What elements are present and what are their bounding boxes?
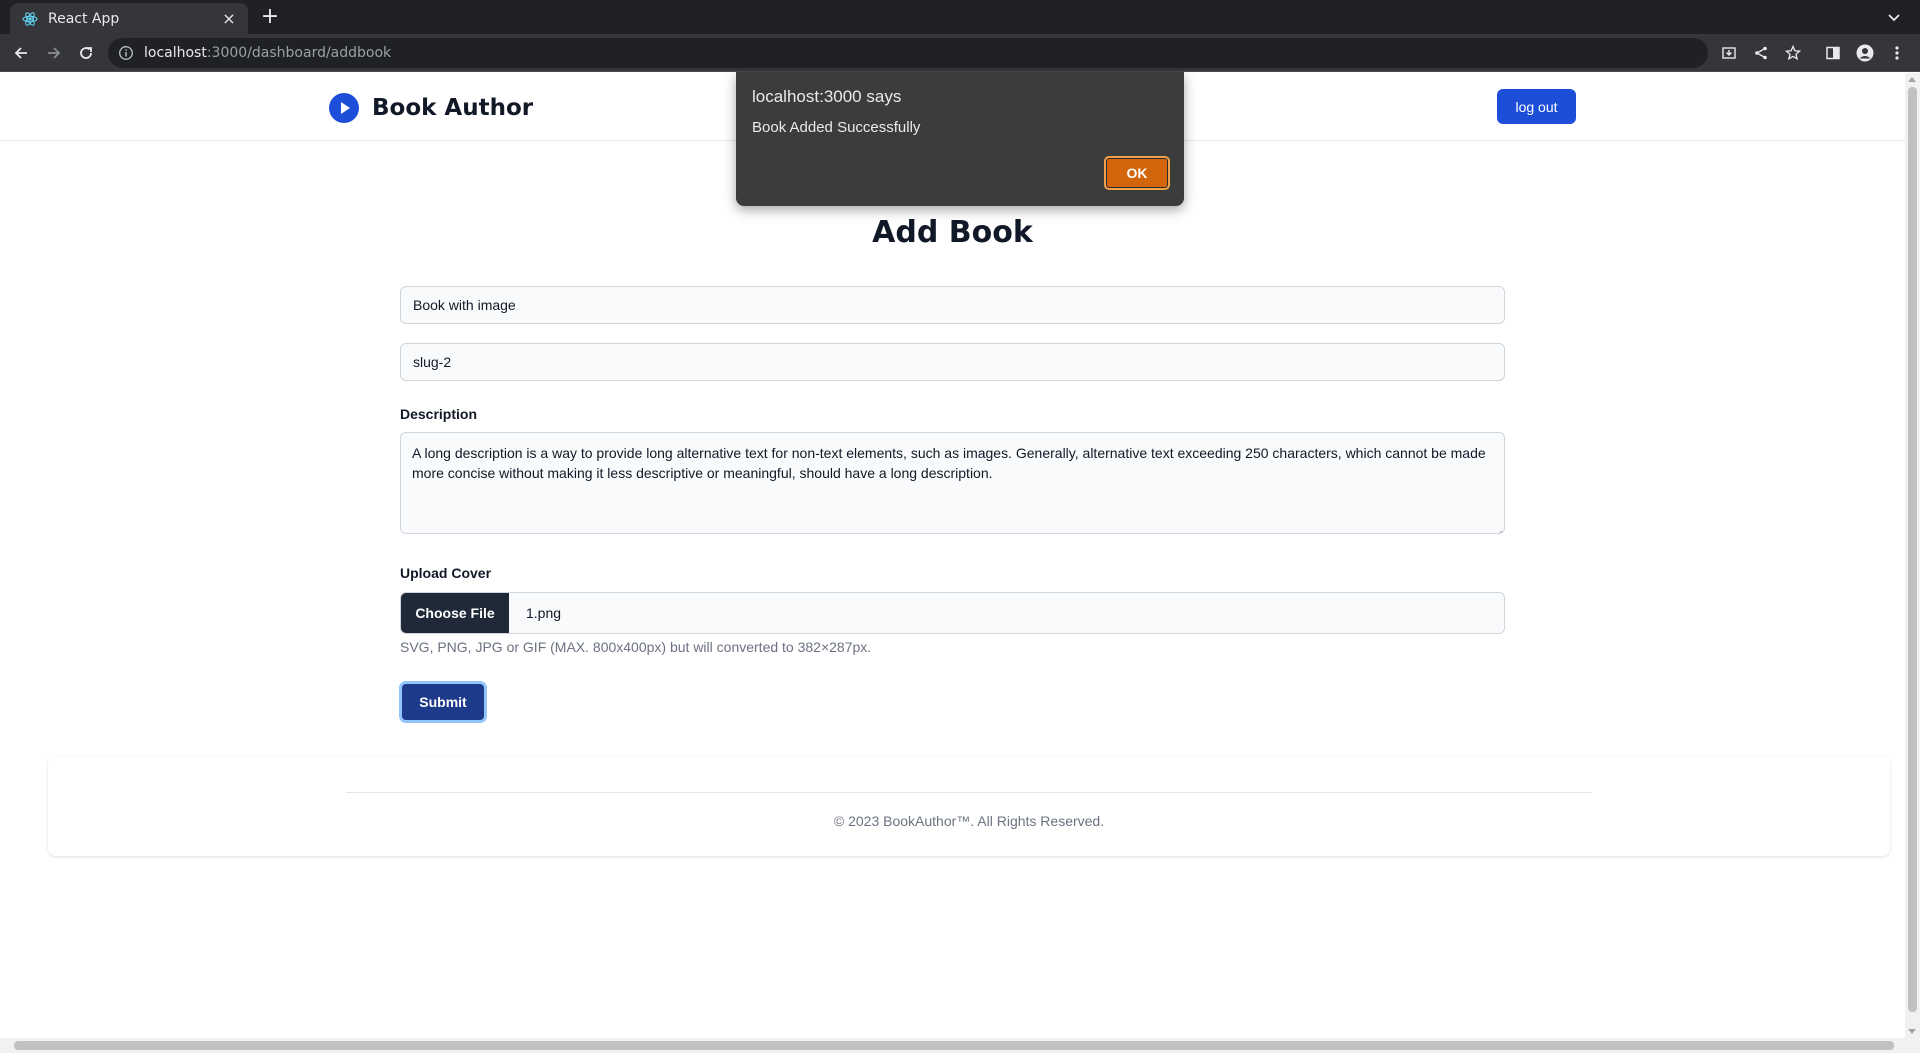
scroll-down-icon[interactable] [1908, 1029, 1916, 1034]
alert-dialog: localhost:3000 says Book Added Successfu… [736, 72, 1184, 206]
logout-button[interactable]: log out [1497, 89, 1576, 124]
brand[interactable]: Book Author [328, 92, 533, 124]
horizontal-scroll-thumb[interactable] [14, 1041, 1894, 1050]
address-bar[interactable]: localhost:3000/dashboard/addbook [108, 38, 1708, 68]
browser-toolbar: localhost:3000/dashboard/addbook [0, 34, 1920, 72]
alert-origin: localhost:3000 says [752, 87, 902, 106]
footer: © 2023 BookAuthor™. All Rights Reserved. [48, 756, 1890, 856]
submit-button[interactable]: Submit [399, 681, 487, 723]
kebab-menu-icon[interactable] [1888, 44, 1906, 62]
forward-arrow-icon[interactable] [43, 42, 65, 64]
choose-file-button[interactable]: Choose File [401, 593, 509, 633]
scroll-up-icon[interactable] [1908, 77, 1916, 82]
book-title-input[interactable]: Book with image [400, 286, 1505, 324]
url-host: localhost [144, 45, 207, 61]
new-tab-icon[interactable]: + [259, 6, 281, 28]
vertical-scrollbar[interactable] [1905, 73, 1920, 1038]
tab-close-icon[interactable]: × [220, 9, 238, 28]
page-viewport: Book Author log out Add Book Book with i… [0, 73, 1905, 1038]
install-app-icon[interactable] [1720, 44, 1738, 62]
share-icon[interactable] [1752, 44, 1770, 62]
footer-copyright: © 2023 BookAuthor™. All Rights Reserved. [833, 813, 1105, 829]
description-value: A long description is a way to provide l… [412, 445, 1486, 481]
slug-value: slug-2 [413, 354, 452, 370]
side-panel-icon[interactable] [1824, 44, 1842, 62]
horizontal-scrollbar[interactable] [0, 1038, 1920, 1053]
info-icon[interactable] [118, 45, 134, 61]
upload-cover-label: Upload Cover [400, 565, 492, 581]
page-title: Add Book [872, 215, 1033, 250]
play-logo-icon [328, 92, 360, 124]
browser-tab[interactable]: React App × [10, 3, 248, 34]
tab-title: React App [48, 10, 120, 27]
react-icon [22, 11, 38, 27]
browser-tab-strip: React App × + [0, 0, 1920, 34]
description-textarea[interactable]: A long description is a way to provide l… [400, 432, 1505, 534]
profile-avatar-icon[interactable] [1856, 44, 1874, 62]
slug-input[interactable]: slug-2 [400, 343, 1505, 381]
resize-grip-icon[interactable] [1494, 523, 1503, 533]
cover-file-input[interactable]: Choose File 1.png [400, 592, 1505, 634]
alert-message: Book Added Successfully [752, 119, 921, 136]
url-path: :3000/dashboard/addbook [206, 45, 392, 61]
book-title-value: Book with image [413, 297, 516, 313]
selected-file-name: 1.png [526, 605, 562, 621]
reload-icon[interactable] [75, 42, 97, 64]
brand-name: Book Author [372, 95, 534, 121]
back-arrow-icon[interactable] [10, 42, 32, 64]
alert-ok-button[interactable]: OK [1104, 156, 1170, 190]
upload-help-text: SVG, PNG, JPG or GIF (MAX. 800x400px) bu… [400, 639, 872, 655]
footer-divider [346, 792, 1592, 793]
vertical-scroll-thumb[interactable] [1908, 87, 1917, 1012]
bookmark-star-icon[interactable] [1784, 44, 1802, 62]
description-label: Description [400, 406, 478, 422]
chevron-down-icon[interactable] [1886, 9, 1902, 25]
